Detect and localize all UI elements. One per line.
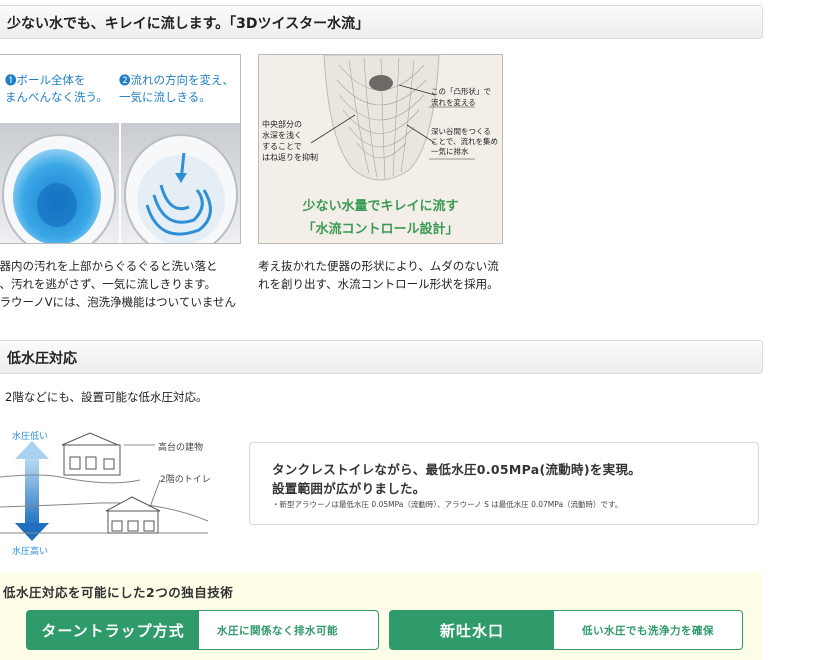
low-pressure-info-box: タンクレストイレながら、最低水圧0.05MPa(流動時)を実現。 設置範囲が広が… bbox=[249, 442, 759, 525]
flush-caption: 便器内の汚れを上部からぐるぐると洗い落とし、汚れを逃がさず、一気に流しきります。… bbox=[0, 259, 236, 309]
section-title-twister: 少ない水でも、キレイに流します。「3Dツイスター水流」 bbox=[7, 16, 370, 32]
feature-turn-trap-desc: 水圧に関係なく排水可能 bbox=[217, 624, 338, 637]
info-note: ・新型アラウーノは最低水圧 0.05MPa（流動時）、アラウーノ S は最低水圧… bbox=[272, 500, 623, 509]
info-line2: 設置範囲が広がりました。 bbox=[272, 481, 426, 496]
feature-turn-trap: ターントラップ方式 水圧に関係なく排水可能 bbox=[26, 610, 379, 650]
flow-control-title-line1: 少ない水量でキレイに流す bbox=[302, 199, 459, 214]
flush-photo: ❶ボール全体を まんべんなく洗う。 ❷流れの方向を変え、 一気に流しきる。 bbox=[0, 54, 241, 244]
tall-building-label: 高台の建物 bbox=[158, 443, 204, 453]
feature-new-spout-desc: 低い水圧でも洗浄力を確保 bbox=[582, 624, 714, 637]
feature-new-spout: 新吐水口 低い水圧でも洗浄力を確保 bbox=[389, 610, 743, 650]
low-pressure-label: 水圧低い bbox=[12, 432, 49, 442]
section-header-twister: 少ない水でも、キレイに流します。「3Dツイスター水流」 bbox=[0, 5, 763, 39]
feature-new-spout-name: 新吐水口 bbox=[390, 611, 554, 649]
flow-control-caption: 考え抜かれた便器の形状により、ムダのない流れを創り出す、水流コントロール形状を採… bbox=[258, 259, 499, 291]
flow-label-top-right: この「凸形状」で 流れを変える bbox=[431, 87, 491, 107]
flow-control-title-line2: 「水流コントロール設計」 bbox=[302, 222, 459, 237]
section-header-low-pressure: 低水圧対応 bbox=[0, 340, 763, 374]
feature-turn-trap-name: ターントラップ方式 bbox=[27, 611, 199, 649]
second-floor-toilet-label: 2階のトイレ bbox=[160, 475, 211, 485]
flow-control-photo: 中央部分の 水深を浅く することで はね返りを抑制 この「凸形状」で 流れを変え… bbox=[258, 54, 503, 244]
flush-step2-label: ❷流れの方向を変え、 一気に流しきる。 bbox=[119, 73, 234, 104]
tech-panel-title: 低水圧対応を可能にした2つの独自技術 bbox=[3, 585, 234, 600]
info-line1: タンクレストイレながら、最低水圧0.05MPa(流動時)を実現。 bbox=[272, 462, 642, 477]
flow-label-left: 中央部分の 水深を浅く することで はね返りを抑制 bbox=[262, 120, 318, 162]
high-pressure-label: 水圧高い bbox=[12, 547, 49, 557]
low-pressure-intro: 2階などにも、設置可能な低水圧対応。 bbox=[5, 390, 208, 404]
flow-label-mid-right: 深い谷間をつくる ことで、流れを集め 一気に排水 bbox=[431, 127, 498, 156]
section-title-low-pressure: 低水圧対応 bbox=[7, 351, 77, 367]
pressure-diagram: 水圧低い 水圧高い 高台の建物 2階のトイレ bbox=[0, 425, 215, 560]
flush-step1-label: ❶ボール全体を まんべんなく洗う。 bbox=[5, 73, 108, 104]
